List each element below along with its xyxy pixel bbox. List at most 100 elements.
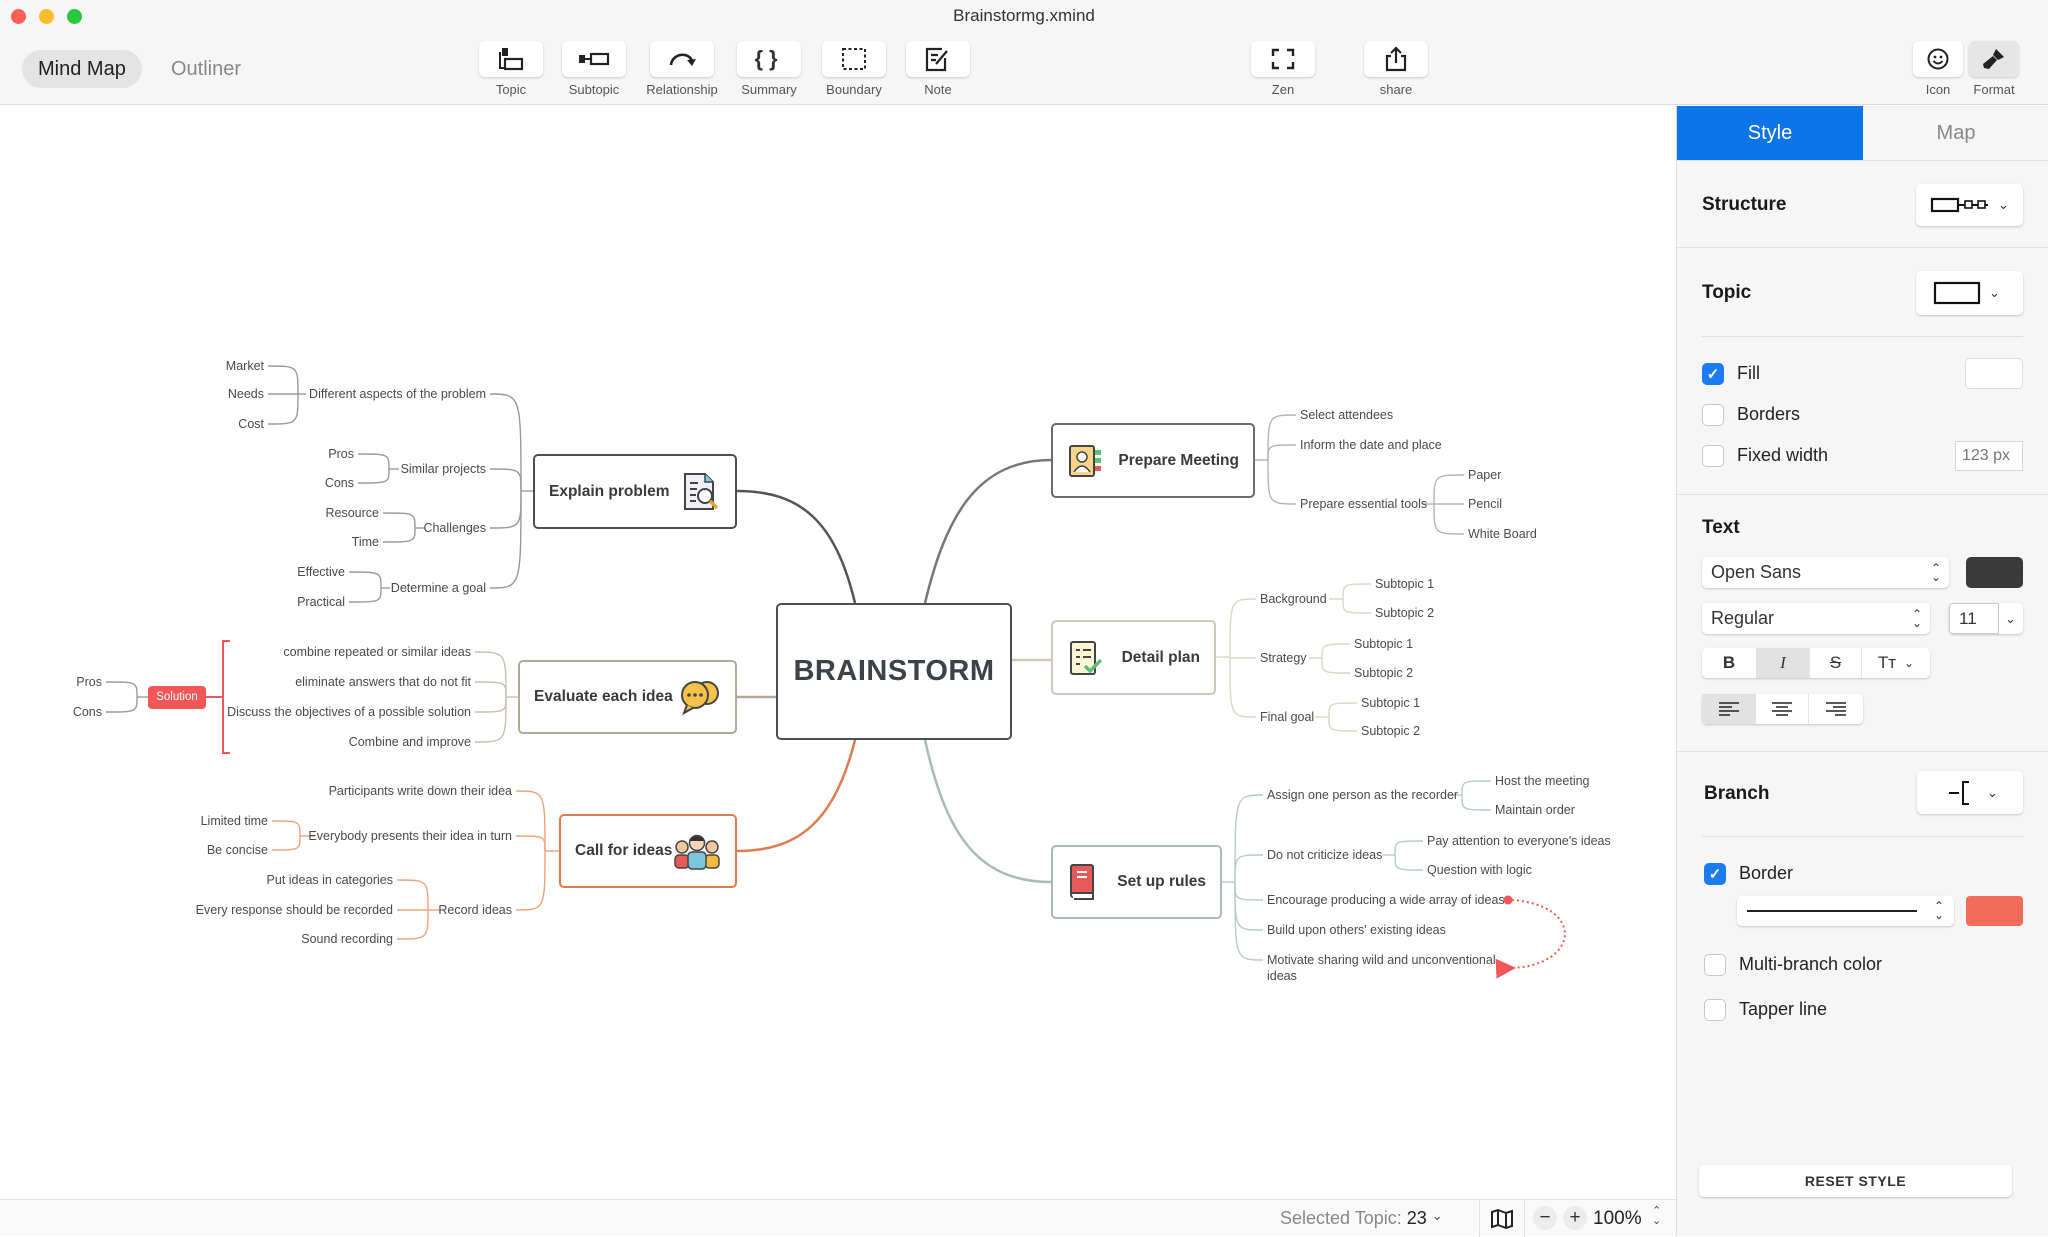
- subtopic-label[interactable]: Subtopic 1: [1361, 695, 1420, 711]
- fill-color-swatch[interactable]: [1965, 358, 2023, 389]
- tab-map[interactable]: Map: [1863, 106, 2048, 160]
- subtopic-label[interactable]: Needs: [0, 386, 264, 402]
- subtopic-label[interactable]: Market: [0, 358, 264, 374]
- subtopic-button[interactable]: [562, 41, 626, 77]
- zoom-in-button[interactable]: +: [1563, 1206, 1587, 1230]
- multi-branch-color-checkbox[interactable]: [1704, 954, 1726, 976]
- boundary-button[interactable]: [822, 41, 886, 77]
- topic-evaluate-each-idea[interactable]: Evaluate each idea: [518, 660, 737, 734]
- summary-solution-badge[interactable]: Solution: [148, 686, 206, 709]
- align-right-button[interactable]: [1809, 694, 1863, 724]
- selected-topic-count[interactable]: Selected Topic: 23 ⌄: [1280, 1208, 1443, 1229]
- subtopic-label[interactable]: Combine and improve: [71, 734, 471, 750]
- subtopic-label[interactable]: Cons: [0, 475, 354, 491]
- subtopic-label[interactable]: Do not criticize ideas: [1267, 847, 1382, 863]
- summary-button[interactable]: {}: [737, 41, 801, 77]
- tab-mind-map[interactable]: Mind Map: [22, 50, 142, 88]
- subtopic-label[interactable]: Pros: [0, 674, 102, 690]
- line-style-select[interactable]: ⌃ ⌄: [1737, 896, 1954, 926]
- subtopic-label[interactable]: Host the meeting: [1495, 773, 1590, 789]
- font-size-select[interactable]: 11 ⌄: [1949, 603, 2023, 634]
- subtopic-label[interactable]: Cost: [0, 416, 264, 432]
- topic-detail-plan[interactable]: Detail plan: [1051, 620, 1216, 695]
- subtopic-label[interactable]: Resource: [0, 505, 380, 521]
- icon-button[interactable]: [1913, 41, 1963, 77]
- subtopic-label[interactable]: Strategy: [1260, 650, 1307, 666]
- italic-button[interactable]: I: [1757, 648, 1810, 678]
- subtopic-label[interactable]: Every response should be recorded: [0, 902, 393, 918]
- note-button[interactable]: [906, 41, 970, 77]
- subtopic-label[interactable]: Put ideas in categories: [0, 872, 393, 888]
- subtopic-label[interactable]: Prepare essential tools: [1300, 496, 1427, 512]
- fill-checkbox[interactable]: ✓: [1702, 363, 1724, 385]
- subtopic-label[interactable]: Participants write down their idea: [112, 783, 512, 799]
- font-weight-select[interactable]: Regular ⌃ ⌄: [1702, 603, 1930, 634]
- subtopic-label[interactable]: Motivate sharing wild and unconventional…: [1267, 952, 1507, 984]
- bold-button[interactable]: B: [1702, 648, 1757, 678]
- subtopic-label[interactable]: Time: [0, 534, 379, 550]
- share-icon: [1385, 46, 1407, 72]
- topic-button[interactable]: [479, 41, 543, 77]
- text-case-button[interactable]: Tт ⌄: [1862, 648, 1930, 678]
- subtopic-label[interactable]: Discuss the objectives of a possible sol…: [71, 704, 471, 720]
- subtopic-label[interactable]: Be concise: [0, 842, 268, 858]
- subtopic-label[interactable]: Subtopic 2: [1354, 665, 1413, 681]
- structure-select[interactable]: ⌄: [1916, 184, 2023, 226]
- map-icon[interactable]: [1490, 1208, 1514, 1230]
- subtopic-label[interactable]: Build upon others' existing ideas: [1267, 922, 1446, 938]
- subtopic-label[interactable]: Practical: [0, 594, 345, 610]
- borders-checkbox[interactable]: [1702, 404, 1724, 426]
- zen-button[interactable]: [1251, 41, 1315, 77]
- topic-shape-select[interactable]: ⌄: [1916, 271, 2023, 315]
- tab-outliner[interactable]: Outliner: [155, 50, 257, 88]
- font-size-value[interactable]: 11: [1949, 603, 1999, 634]
- subtopic-label[interactable]: Cons: [0, 704, 102, 720]
- subtopic-label[interactable]: Encourage producing a wide array of idea…: [1267, 892, 1505, 908]
- align-left-button[interactable]: [1702, 694, 1756, 724]
- subtopic-label[interactable]: eliminate answers that do not fit: [71, 674, 471, 690]
- subtopic-label[interactable]: Inform the date and place: [1300, 437, 1442, 453]
- subtopic-label[interactable]: Pros: [0, 446, 354, 462]
- zoom-stepper-icon[interactable]: ⌃ ⌄: [1652, 1206, 1661, 1227]
- topic-prepare-meeting[interactable]: Prepare Meeting: [1051, 423, 1255, 498]
- subtopic-label[interactable]: Pay attention to everyone's ideas: [1427, 833, 1611, 849]
- reset-style-button[interactable]: RESET STYLE: [1699, 1165, 2012, 1197]
- relationship-button[interactable]: [650, 41, 714, 77]
- topic-explain-problem[interactable]: Explain problem: [533, 454, 737, 529]
- subtopic-label[interactable]: Subtopic 1: [1354, 636, 1413, 652]
- subtopic-label[interactable]: Select attendees: [1300, 407, 1393, 423]
- tapper-line-checkbox[interactable]: [1704, 999, 1726, 1021]
- central-topic[interactable]: BRAINSTORM: [776, 603, 1012, 740]
- subtopic-label[interactable]: Sound recording: [0, 931, 393, 947]
- topic-call-for-ideas[interactable]: Call for ideas: [559, 814, 737, 888]
- subtopic-label[interactable]: Effective: [0, 564, 345, 580]
- share-button[interactable]: [1364, 41, 1428, 77]
- branch-border-checkbox[interactable]: ✓: [1704, 863, 1726, 885]
- subtopic-label[interactable]: combine repeated or similar ideas: [71, 644, 471, 660]
- branch-color-swatch[interactable]: [1966, 896, 2023, 926]
- topic-set-up-rules[interactable]: Set up rules: [1051, 845, 1222, 919]
- subtopic-label[interactable]: Pencil: [1468, 496, 1502, 512]
- branch-style-select[interactable]: ⌄: [1917, 771, 2023, 814]
- strikethrough-button[interactable]: S: [1810, 648, 1862, 678]
- subtopic-label[interactable]: Subtopic 2: [1375, 605, 1434, 621]
- align-center-button[interactable]: [1756, 694, 1809, 724]
- subtopic-label[interactable]: Background: [1260, 591, 1327, 607]
- subtopic-label[interactable]: Assign one person as the recorder: [1267, 787, 1458, 803]
- subtopic-label[interactable]: White Board: [1468, 526, 1537, 542]
- subtopic-label[interactable]: Subtopic 2: [1361, 723, 1420, 739]
- fixed-width-checkbox[interactable]: [1702, 445, 1724, 467]
- subtopic-label[interactable]: Subtopic 1: [1375, 576, 1434, 592]
- subtopic-label[interactable]: Limited time: [0, 813, 268, 829]
- fixed-width-input[interactable]: [1955, 441, 2023, 471]
- text-color-swatch[interactable]: [1966, 557, 2023, 588]
- tab-style[interactable]: Style: [1677, 106, 1863, 160]
- zoom-out-button[interactable]: −: [1533, 1206, 1557, 1230]
- zoom-level[interactable]: 100%: [1593, 1208, 1642, 1230]
- subtopic-label[interactable]: Maintain order: [1495, 802, 1575, 818]
- subtopic-label[interactable]: Question with logic: [1427, 862, 1532, 878]
- subtopic-label[interactable]: Final goal: [1260, 709, 1314, 725]
- format-button[interactable]: [1969, 41, 2019, 77]
- subtopic-label[interactable]: Paper: [1468, 467, 1501, 483]
- font-family-select[interactable]: Open Sans ⌃ ⌄: [1702, 557, 1949, 588]
